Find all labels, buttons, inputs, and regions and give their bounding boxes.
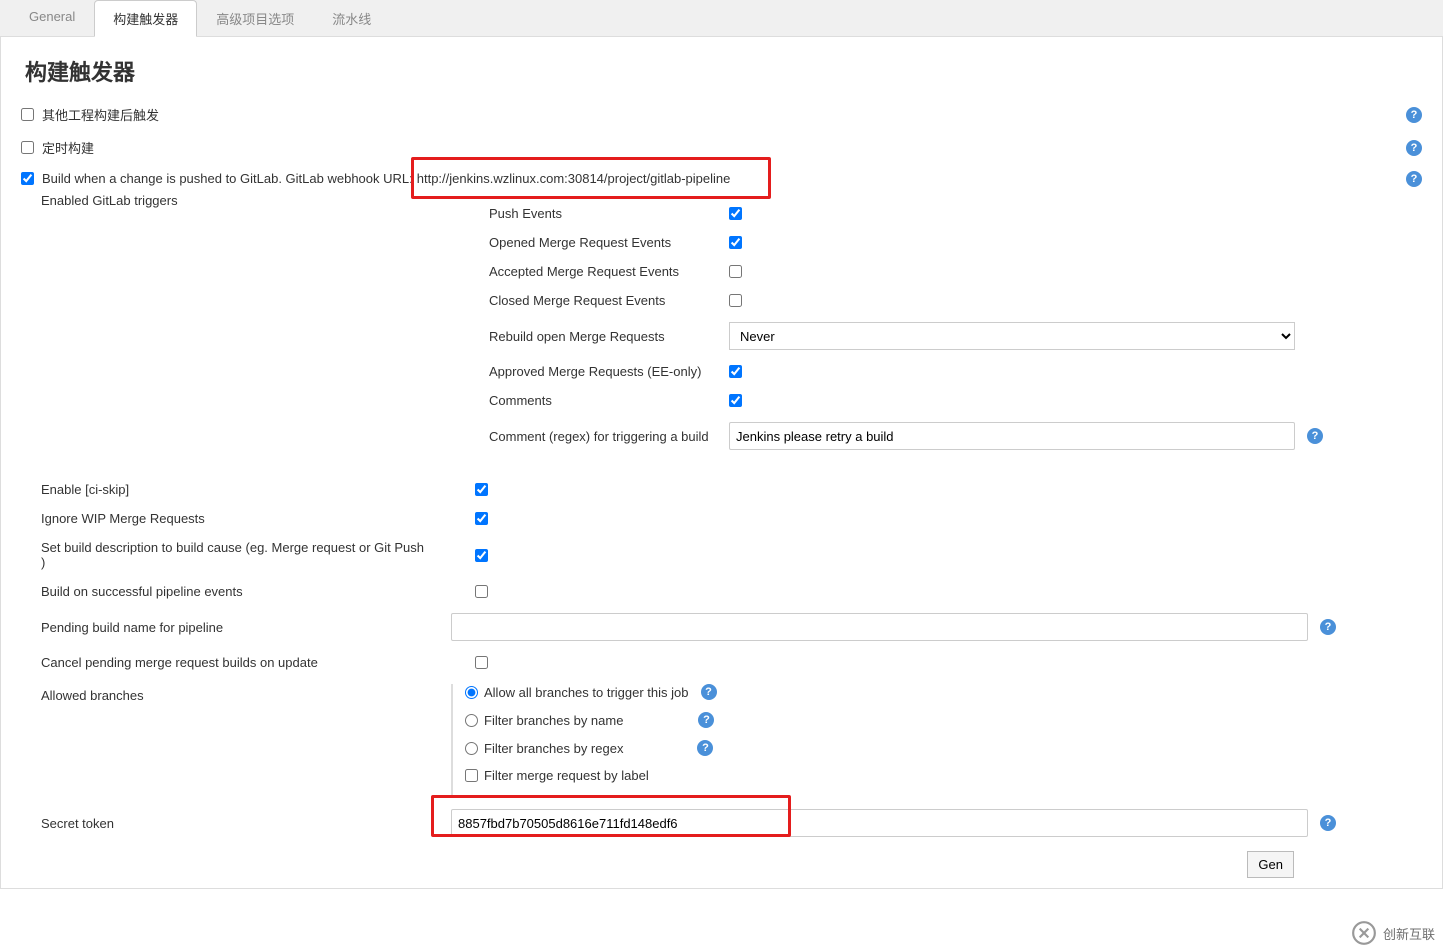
by-label-checkbox[interactable] (465, 769, 478, 782)
accepted-mr-checkbox[interactable] (729, 265, 742, 278)
by-name-label: Filter branches by name (484, 713, 623, 728)
closed-mr-checkbox[interactable] (729, 294, 742, 307)
gitlab-push-label: Build when a change is pushed to GitLab.… (42, 171, 413, 186)
set-build-desc-label: Set build description to build cause (eg… (21, 540, 429, 570)
help-icon[interactable]: ? (1320, 815, 1336, 831)
enable-ci-skip-checkbox[interactable] (475, 483, 488, 496)
opened-mr-label: Opened Merge Request Events (489, 235, 721, 250)
help-icon[interactable]: ? (701, 684, 717, 700)
gitlab-webhook-url: http://jenkins.wzlinux.com:30814/project… (417, 171, 731, 186)
ignore-wip-checkbox[interactable] (475, 512, 488, 525)
build-on-success-checkbox[interactable] (475, 585, 488, 598)
comment-regex-label: Comment (regex) for triggering a build (489, 429, 721, 444)
approved-mr-checkbox[interactable] (729, 365, 742, 378)
allow-all-radio[interactable] (465, 686, 478, 699)
set-build-desc-checkbox[interactable] (475, 549, 488, 562)
help-icon[interactable]: ? (697, 740, 713, 756)
help-icon[interactable]: ? (698, 712, 714, 728)
by-regex-radio[interactable] (465, 742, 478, 755)
help-icon[interactable]: ? (1406, 140, 1422, 156)
cron-checkbox[interactable] (21, 141, 34, 154)
other-build-checkbox[interactable] (21, 108, 34, 121)
watermark: 创新互联 (1351, 920, 1435, 946)
tab-pipeline[interactable]: 流水线 (313, 0, 390, 36)
generate-button[interactable]: Gen (1247, 851, 1294, 878)
pending-build-name-input[interactable] (451, 613, 1308, 641)
gitlab-push-checkbox[interactable] (21, 172, 34, 185)
pending-build-name-label: Pending build name for pipeline (21, 620, 429, 635)
tab-advanced-options[interactable]: 高级项目选项 (197, 0, 313, 36)
watermark-text: 创新互联 (1383, 924, 1435, 943)
help-icon[interactable]: ? (1406, 107, 1422, 123)
ignore-wip-label: Ignore WIP Merge Requests (21, 511, 429, 526)
by-regex-label: Filter branches by regex (484, 741, 623, 756)
closed-mr-label: Closed Merge Request Events (489, 293, 721, 308)
build-triggers-section: 构建触发器 其他工程构建后触发 ? 定时构建 ? Build when a ch… (1, 37, 1442, 888)
comment-regex-input[interactable] (729, 422, 1295, 450)
push-events-label: Push Events (489, 206, 721, 221)
cron-label: 定时构建 (42, 138, 94, 157)
help-icon[interactable]: ? (1320, 619, 1336, 635)
allow-all-label: Allow all branches to trigger this job (484, 685, 689, 700)
help-icon[interactable]: ? (1307, 428, 1323, 444)
build-on-success-label: Build on successful pipeline events (21, 584, 429, 599)
accepted-mr-label: Accepted Merge Request Events (489, 264, 721, 279)
cancel-pending-checkbox[interactable] (475, 656, 488, 669)
section-title: 构建触发器 (25, 55, 1422, 87)
other-build-label: 其他工程构建后触发 (42, 105, 159, 124)
cancel-pending-label: Cancel pending merge request builds on u… (21, 655, 429, 670)
opened-mr-checkbox[interactable] (729, 236, 742, 249)
approved-mr-label: Approved Merge Requests (EE-only) (489, 364, 721, 379)
tab-build-triggers[interactable]: 构建触发器 (94, 0, 197, 37)
by-label-label: Filter merge request by label (484, 768, 649, 783)
rebuild-open-mr-label: Rebuild open Merge Requests (489, 329, 721, 344)
by-name-radio[interactable] (465, 714, 478, 727)
help-icon[interactable]: ? (1406, 171, 1422, 187)
rebuild-open-mr-select[interactable]: Never (729, 322, 1295, 350)
logo-icon (1351, 920, 1377, 946)
allowed-branches-label: Allowed branches (21, 684, 429, 703)
secret-token-input[interactable] (451, 809, 1308, 837)
enable-ci-skip-label: Enable [ci-skip] (21, 482, 429, 497)
push-events-checkbox[interactable] (729, 207, 742, 220)
tabs-bar: General 构建触发器 高级项目选项 流水线 (0, 0, 1443, 37)
secret-token-label: Secret token (21, 816, 429, 831)
tab-general[interactable]: General (10, 0, 94, 36)
comments-checkbox[interactable] (729, 394, 742, 407)
comments-label: Comments (489, 393, 721, 408)
